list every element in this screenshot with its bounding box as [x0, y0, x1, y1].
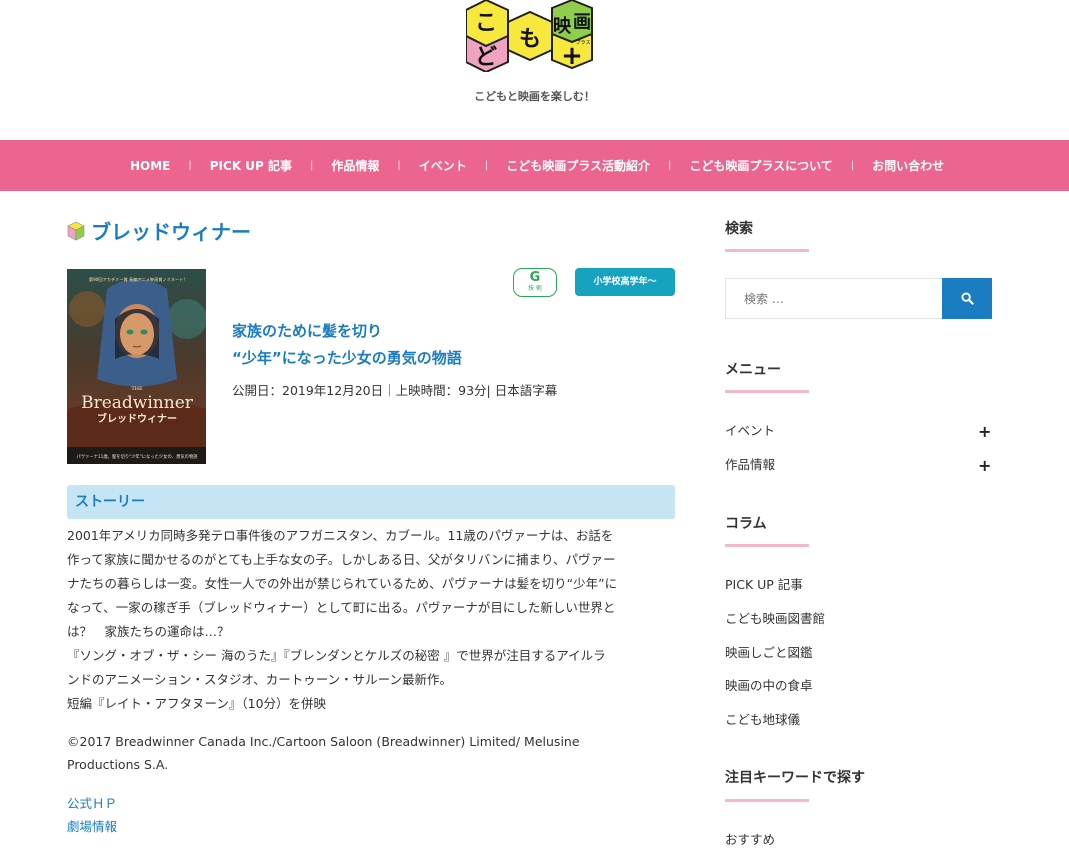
plus-icon[interactable]: +	[978, 424, 991, 440]
external-links: 公式ＨＰ 劇場情報	[67, 792, 117, 838]
story-line: ナたちの暮らしは一変。女性一人での外出が禁じられているため、パヴァーナは髪を切り…	[67, 576, 618, 591]
sidebar-item-events[interactable]: イベント	[725, 420, 775, 439]
nav-list: HOME | PICK UP 記事 | 作品情報 | イベント | こども映画プ…	[112, 140, 962, 191]
logo-small-text: プラス	[576, 40, 591, 46]
search-box	[725, 278, 943, 319]
story-line: 短編『レイト・アフタヌーン』（10分）を併映	[67, 696, 327, 711]
search-icon	[960, 292, 974, 305]
movie-poster[interactable]: 第90回アカデミー賞 長編アニメ映画賞ノミネート! THE Breadwinne…	[67, 269, 206, 464]
rating-sub: 技 術	[528, 285, 542, 292]
story-line: なって、一家の稼ぎ手（ブレッドウィナー）として町に出る。パヴァーナが目にした新し…	[67, 600, 616, 615]
story-text: 2001年アメリカ同時多発テロ事件後のアフガニスタン、カブール。11歳のパヴァー…	[67, 524, 677, 716]
site-logo[interactable]: こ ど も 映 画 + プラス	[466, 0, 594, 72]
movie-meta: 公開日：2019年12月20日｜上映時間：93分| 日本語字幕	[232, 383, 558, 398]
poster-title-ja: ブレッドウィナー	[97, 412, 177, 425]
nav-item-pickup[interactable]: PICK UP 記事	[192, 157, 310, 174]
poster-top-text: 第90回アカデミー賞 長編アニメ映画賞ノミネート!	[89, 276, 186, 283]
catch-copy: 家族のために髪を切り “少年”になった少女の勇気の物語	[232, 318, 462, 372]
logo-char-ko: こ	[475, 11, 497, 36]
catch-line-2: “少年”になった少女の勇気の物語	[232, 349, 462, 367]
menu-heading: メニュー	[725, 362, 781, 378]
site-header: こ ど も 映 画 + プラス こどもと映画を楽しむ！	[0, 0, 1069, 140]
theater-info-link[interactable]: 劇場情報	[67, 815, 117, 838]
heading-underline	[725, 249, 809, 252]
copyright-text: ©2017 Breadwinner Canada Inc./Cartoon Sa…	[67, 730, 667, 776]
search-heading: 検索	[725, 221, 753, 237]
poster-bottom-text: パヴァーナ11歳。髪を切り"少年"になった少女の、勇気の物語	[76, 453, 198, 460]
sidebar-item-pickup[interactable]: PICK UP 記事	[725, 574, 803, 593]
nav-item-events[interactable]: イベント	[401, 157, 485, 174]
sidebar-item-globe[interactable]: こども地球儀	[725, 709, 800, 728]
nav-item-about[interactable]: こども映画プラスについて	[671, 157, 850, 174]
story-line: 作って家族に聞かせるのがとても上手な女の子。しかしある日、父がタリバンに捕まり、…	[67, 552, 616, 567]
grade-badge[interactable]: 小学校高学年〜	[575, 268, 675, 296]
story-line: 『ソング・オブ・ザ・シー 海のうた』『ブレンダンとケルズの秘密 』で世界が注目す…	[67, 648, 606, 663]
copyright-line: ©2017 Breadwinner Canada Inc./Cartoon Sa…	[67, 734, 580, 749]
story-line: は？ 家族たちの運命は…？	[67, 624, 230, 639]
search-input[interactable]	[726, 279, 943, 318]
sidebar-item-table[interactable]: 映画の中の食卓	[725, 675, 813, 694]
poster-title-small: THE	[131, 386, 143, 392]
logo-char-do: ど	[475, 45, 497, 70]
poster-title-en: Breadwinner	[81, 393, 194, 413]
nav-item-home[interactable]: HOME	[112, 159, 188, 173]
cube-icon	[67, 221, 85, 240]
logo-char-ei: 映	[553, 15, 572, 37]
sidebar-item-works[interactable]: 作品情報	[725, 454, 775, 473]
sidebar-item-jobs[interactable]: 映画しごと図鑑	[725, 642, 813, 661]
plus-icon[interactable]: +	[978, 458, 991, 474]
catch-line-1: 家族のために髪を切り	[232, 322, 383, 340]
heading-underline	[725, 544, 809, 547]
search-button[interactable]	[942, 278, 992, 319]
official-site-link[interactable]: 公式ＨＰ	[67, 792, 117, 815]
logo-char-mo: も	[519, 27, 541, 52]
keyword-heading: 注目キーワードで探す	[725, 770, 865, 786]
story-line: 2001年アメリカ同時多発テロ事件後のアフガニスタン、カブール。11歳のパヴァー…	[67, 528, 614, 543]
heading-underline	[725, 390, 809, 393]
rating-letter: G	[529, 270, 541, 285]
nav-item-works[interactable]: 作品情報	[313, 157, 397, 174]
copyright-line: Productions S.A.	[67, 757, 169, 772]
main-nav: HOME | PICK UP 記事 | 作品情報 | イベント | こども映画プ…	[0, 140, 1069, 191]
logo-char-ga: 画	[573, 12, 591, 33]
rating-badge: G 技 術	[513, 268, 557, 297]
sidebar-item-library[interactable]: こども映画図書館	[725, 608, 825, 627]
heading-underline	[725, 799, 809, 802]
story-heading: ストーリー	[67, 485, 675, 519]
keyword-item-recommend[interactable]: おすすめ	[725, 829, 775, 848]
story-line: ンドのアニメーション・スタジオ、カートゥーン・サルーン最新作。	[67, 672, 453, 687]
title-row: ブレッドウィナー	[67, 216, 251, 245]
column-heading: コラム	[725, 516, 767, 532]
nav-item-contact[interactable]: お問い合わせ	[854, 157, 962, 174]
page-title: ブレッドウィナー	[91, 220, 251, 244]
nav-item-activities[interactable]: こども映画プラス活動紹介	[488, 157, 668, 174]
site-tagline: こどもと映画を楽しむ！	[474, 90, 595, 103]
